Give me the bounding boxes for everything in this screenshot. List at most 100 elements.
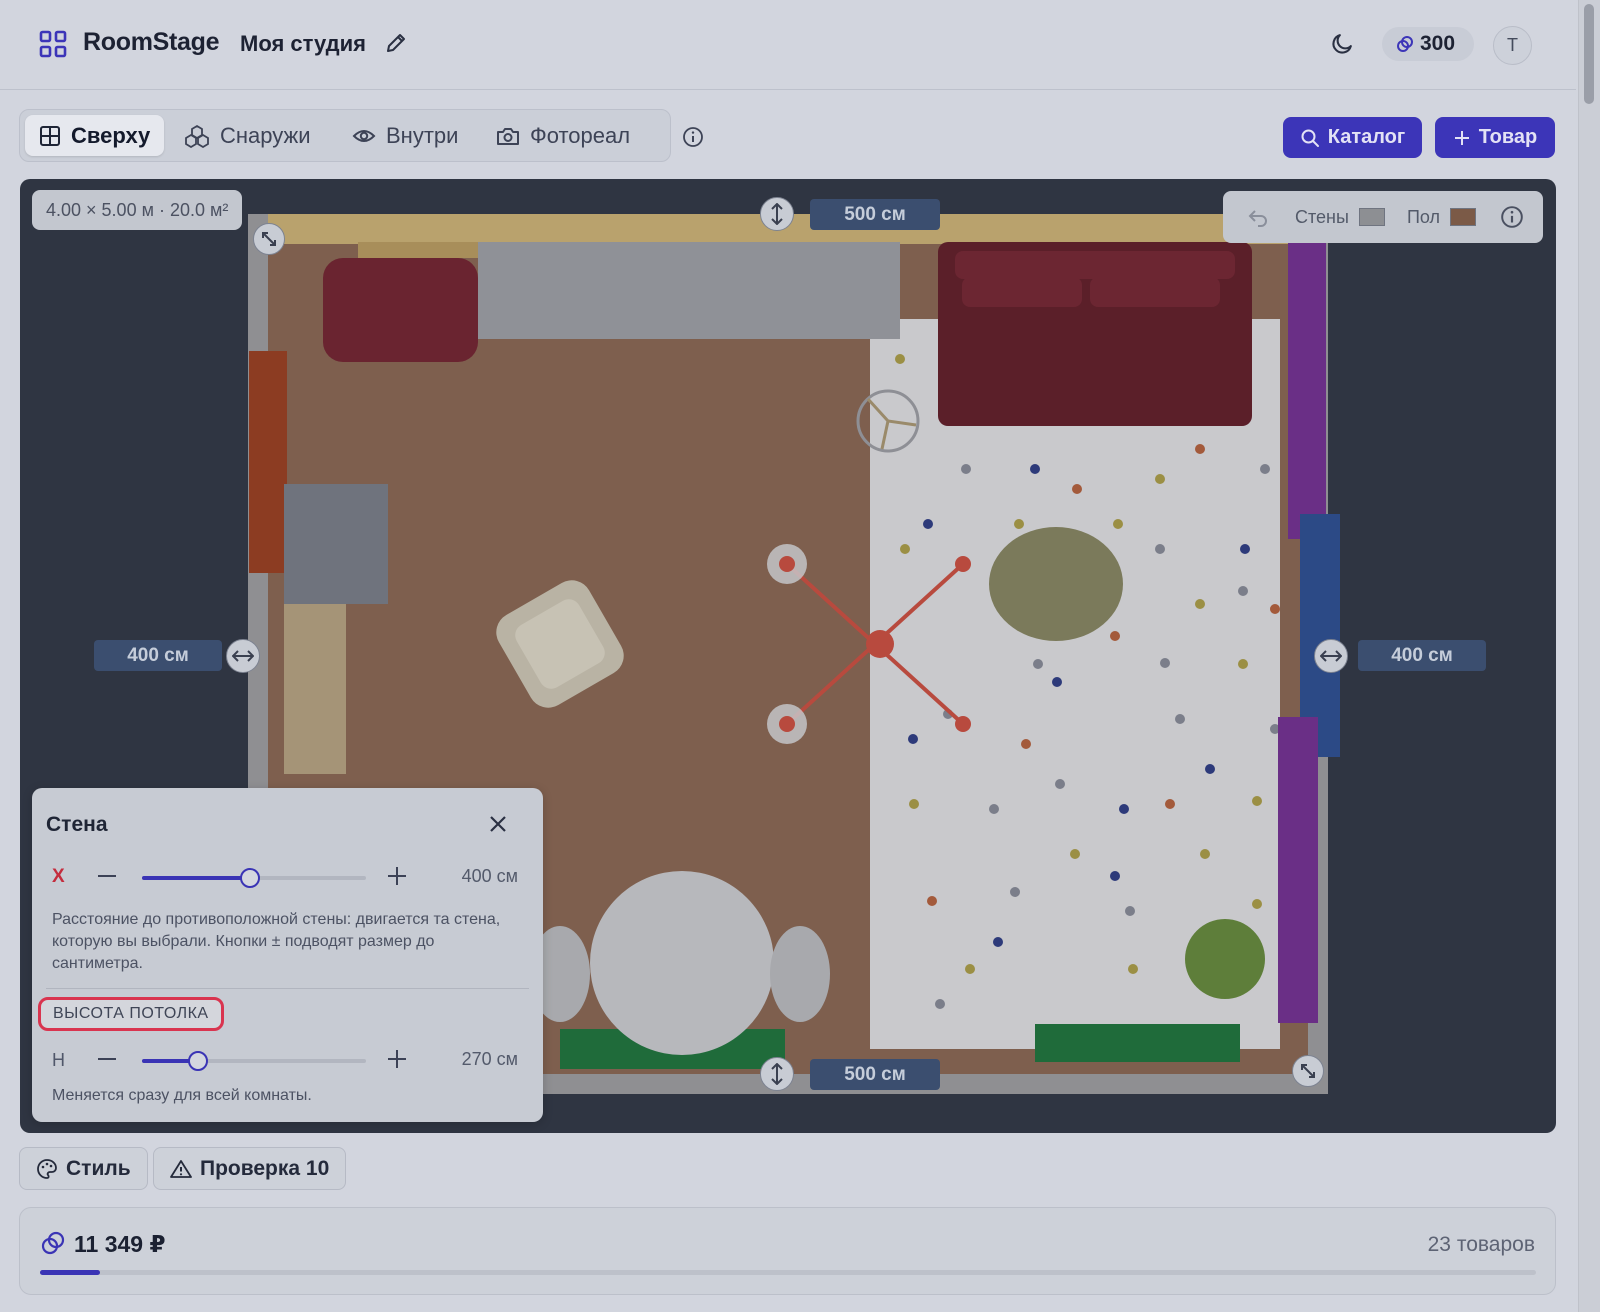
cubes-icon (185, 124, 209, 148)
view-mode-tabs: Сверху Снаружи Внутри Фотореал (19, 109, 671, 162)
x-hint-text: Расстояние до противоположной стены: дви… (52, 911, 501, 972)
coins-balance[interactable]: 300 (1382, 27, 1474, 61)
tab-photoreal-view-label: Фотореал (530, 122, 631, 148)
warning-triangle-icon (170, 1159, 192, 1178)
floor-label: Пол (1406, 206, 1440, 227)
resize-right-wall-handle[interactable] (1314, 639, 1348, 673)
x-increase-button[interactable] (384, 863, 410, 889)
room-size-badge: 4.00 × 5.00 м · 20.0 м² (32, 190, 243, 230)
right-wall-window (1288, 239, 1326, 539)
check-button-label: Проверка 10 (200, 1156, 330, 1180)
tab-top-view[interactable]: Сверху (25, 115, 165, 156)
resize-left-wall-handle[interactable] (226, 639, 260, 673)
items-count: 23 товаров (1427, 1233, 1535, 1256)
kitchen-shelf (284, 604, 346, 774)
x-slider-fill (142, 876, 250, 880)
grid-top-view-icon (40, 125, 60, 146)
x-decrease-button[interactable] (94, 863, 120, 889)
corner-resize-handle[interactable] (253, 223, 285, 255)
corner-resize-handle[interactable] (1292, 1055, 1324, 1087)
avatar[interactable]: T (1493, 26, 1532, 65)
add-item-button[interactable]: Товар (1435, 117, 1555, 158)
pouf (323, 258, 478, 362)
app-grid-logo-icon (39, 30, 67, 58)
eye-icon (352, 129, 376, 142)
info-icon[interactable] (1500, 205, 1524, 229)
close-icon[interactable] (487, 813, 509, 835)
panel-title: Стена (46, 813, 108, 836)
surfaces-toolbar: Стены Пол (1223, 191, 1543, 243)
walls-color-swatch[interactable] (1358, 208, 1385, 226)
diagonal-arrows-icon (262, 232, 276, 246)
moon-theme-icon[interactable] (1330, 31, 1355, 56)
right-dimension-label: 400 см (1358, 640, 1486, 671)
camera-icon (497, 127, 519, 145)
add-item-button-label: Товар (1478, 126, 1538, 148)
vertical-arrows-icon (771, 203, 783, 225)
tab-top-view-label: Сверху (71, 122, 151, 148)
shelf (358, 242, 478, 258)
ceiling-height-label: ВЫСОТА ПОТОЛКА (38, 997, 224, 1031)
minus-icon (98, 1058, 116, 1060)
project-name[interactable]: Моя студия (240, 31, 366, 57)
search-icon (1301, 129, 1319, 147)
budget-progress-fill (40, 1270, 100, 1275)
h-increase-button[interactable] (384, 1046, 410, 1072)
page-scrollbar[interactable] (1578, 0, 1600, 1312)
resize-top-wall-handle[interactable] (760, 197, 794, 231)
app-name: RoomStage (83, 28, 220, 56)
chair (770, 926, 830, 1022)
left-dimension-label: 400 см (94, 640, 222, 671)
tab-outside-view[interactable]: Снаружи (170, 115, 325, 156)
coins-icon (1397, 36, 1413, 52)
sofa-cushion (962, 277, 1082, 307)
plus-icon (388, 1050, 406, 1068)
check-button[interactable]: Проверка 10 (153, 1147, 347, 1190)
style-button[interactable]: Стиль (19, 1147, 148, 1190)
x-value: 400 см (461, 866, 518, 886)
round-table (590, 871, 774, 1055)
style-button-label: Стиль (66, 1156, 131, 1180)
round-rug (989, 527, 1123, 641)
palette-icon (37, 1158, 57, 1179)
info-icon[interactable] (682, 126, 704, 148)
floor-color-swatch[interactable] (1450, 208, 1476, 226)
horizontal-arrows-icon (232, 650, 254, 662)
h-decrease-button[interactable] (94, 1046, 120, 1072)
x-slider-thumb[interactable] (240, 868, 260, 888)
h-axis-label: H (52, 1050, 65, 1070)
catalog-button-label: Каталог (1327, 126, 1406, 148)
minus-icon (98, 875, 116, 877)
h-value: 270 см (461, 1049, 518, 1069)
pencil-edit-icon[interactable] (384, 31, 408, 55)
app-header: RoomStage Моя студия 300 T (0, 0, 1576, 90)
sofa-cushion (1090, 277, 1220, 307)
catalog-button[interactable]: Каталог (1283, 117, 1422, 158)
x-axis-label: X (52, 866, 65, 887)
plus-icon (1454, 130, 1469, 145)
page-scrollbar-thumb[interactable] (1584, 4, 1594, 104)
wardrobe (478, 242, 900, 339)
resize-bottom-wall-handle[interactable] (760, 1057, 794, 1091)
tab-inside-view-label: Внутри (386, 122, 459, 148)
wall-settings-panel: Стена X 400 см Расстояние до противополо… (32, 788, 543, 1122)
undo-icon[interactable] (1247, 207, 1269, 227)
budget-progress-track (40, 1270, 1536, 1275)
walls-label: Стены (1295, 206, 1349, 227)
plus-icon (388, 867, 406, 885)
bottom-dimension-label: 500 см (810, 1059, 940, 1090)
coins-value: 300 (1420, 32, 1456, 55)
vertical-arrows-icon (771, 1063, 783, 1085)
tab-photoreal-view[interactable]: Фотореал (482, 115, 644, 156)
coins-icon (41, 1231, 65, 1255)
diagonal-arrows-icon (1301, 1064, 1315, 1078)
h-slider-thumb[interactable] (188, 1051, 208, 1071)
top-dimension-label: 500 см (810, 199, 940, 230)
tab-outside-view-label: Снаружи (220, 122, 311, 148)
tab-inside-view[interactable]: Внутри (338, 115, 472, 156)
right-wall-window (1278, 717, 1318, 1023)
horizontal-arrows-icon (1320, 650, 1342, 662)
h-slider-track[interactable] (142, 1059, 366, 1063)
panel-divider (46, 988, 529, 989)
total-price: 11 349 ₽ (74, 1231, 166, 1257)
